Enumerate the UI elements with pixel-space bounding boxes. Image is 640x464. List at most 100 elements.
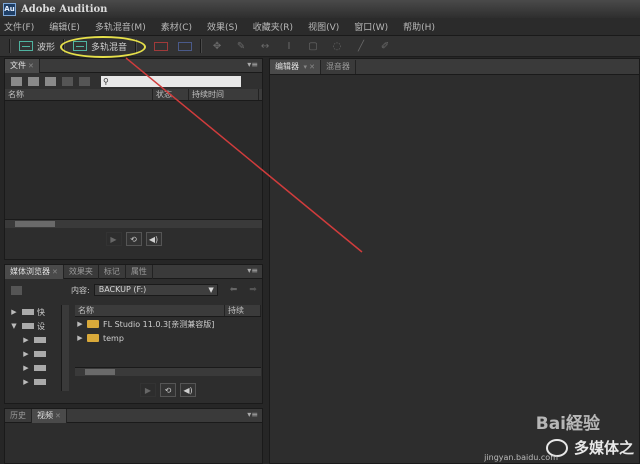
insert-icon[interactable] xyxy=(62,76,73,86)
brush-tool-icon[interactable]: ╱ xyxy=(354,40,368,52)
waveform-mode-button[interactable]: 波形 xyxy=(14,39,60,54)
drive-icon[interactable] xyxy=(11,285,22,295)
spectral-pitch-icon[interactable] xyxy=(178,41,193,51)
files-list[interactable] xyxy=(5,101,262,219)
media-file-list: 名称 持续 ▶ FL Studio 11.0.3[亲测兼容版] ▶ temp xyxy=(75,305,261,345)
toolbar-separator xyxy=(135,39,138,53)
waveform-label: 波形 xyxy=(37,42,56,53)
tree-vscrollbar[interactable] xyxy=(61,305,69,391)
window-title: Adobe Audition xyxy=(21,3,108,15)
tab-properties[interactable]: 属性 xyxy=(126,264,153,279)
toolbar-grip xyxy=(9,39,11,53)
move-tool-icon[interactable]: ✥ xyxy=(210,40,224,52)
folder-icon xyxy=(87,334,99,342)
history-tabbar: 历史 视频 ✕ ▾≡ xyxy=(5,408,262,423)
drive-icon xyxy=(34,365,46,371)
slip-tool-icon[interactable]: ↔ xyxy=(258,40,272,52)
play-icon[interactable]: ▶ xyxy=(105,232,122,246)
drive-icon xyxy=(22,309,34,315)
media-browser-panel: 媒体浏览器 ✕ 效果夹 标记 属性 ▾≡ 内容: BACKUP (F:) ▼ ⬅ ➡… xyxy=(4,264,263,404)
media-location-row: 内容: BACKUP (F:) ▼ ⬅ ➡ xyxy=(5,283,262,297)
drive-icon xyxy=(34,337,46,343)
drive-icon xyxy=(34,379,46,385)
menu-window[interactable]: 窗口(W) xyxy=(354,20,388,33)
multitrack-mode-button[interactable]: 多轨混音 xyxy=(68,39,132,54)
column-duration[interactable]: 持续 xyxy=(225,305,261,316)
title-bar: Au Adobe Audition xyxy=(0,0,640,18)
toolbar-separator xyxy=(63,39,66,53)
editor-tabbar: 编辑器 ▾ ✕ 混音器 xyxy=(270,59,639,75)
tab-markers[interactable]: 标记 xyxy=(99,264,126,279)
menu-effects[interactable]: 效果(S) xyxy=(207,20,238,33)
menu-edit[interactable]: 编辑(E) xyxy=(49,20,80,33)
folder-row[interactable]: ▶ FL Studio 11.0.3[亲测兼容版] xyxy=(75,317,261,331)
import-file-icon[interactable] xyxy=(28,76,39,86)
wechat-watermark: 多媒体之 xyxy=(545,437,634,458)
panel-menu-icon[interactable]: ▾≡ xyxy=(247,266,258,275)
loop-icon[interactable]: ⟲ xyxy=(160,383,176,397)
panel-menu-icon[interactable]: ▾≡ xyxy=(247,60,258,69)
autoplay-speaker-icon[interactable]: ◀) xyxy=(180,383,196,397)
column-name[interactable]: 名称 xyxy=(75,305,225,316)
multitrack-label: 多轨混音 xyxy=(91,42,128,53)
menu-favorites[interactable]: 收藏夹(R) xyxy=(253,20,293,33)
watermark-text: 多媒体之 xyxy=(573,439,634,457)
menu-clip[interactable]: 素材(C) xyxy=(161,20,192,33)
history-panel: 历史 视频 ✕ ▾≡ xyxy=(4,408,263,464)
time-selection-tool-icon[interactable]: I xyxy=(282,40,296,52)
files-toolbar: ⚲ xyxy=(5,73,262,89)
tab-history[interactable]: 历史 xyxy=(5,408,32,423)
column-name[interactable]: 名称 xyxy=(5,89,153,100)
autoplay-speaker-icon[interactable]: ◀) xyxy=(145,232,162,246)
location-dropdown[interactable]: BACKUP (F:) ▼ xyxy=(93,284,218,296)
tab-effects-rack[interactable]: 效果夹 xyxy=(64,264,99,279)
files-tabbar: 文件 ✕ ▾≡ xyxy=(5,58,262,73)
tab-files[interactable]: 文件 ✕ xyxy=(5,58,40,73)
tab-editor[interactable]: 编辑器 ▾ ✕ xyxy=(270,59,321,74)
audition-logo-icon: Au xyxy=(3,2,16,16)
tab-media-browser[interactable]: 媒体浏览器 ✕ xyxy=(5,264,64,279)
files-search-input[interactable]: ⚲ xyxy=(101,75,241,87)
column-duration[interactable]: 持续时间 xyxy=(189,89,259,100)
toolbar-separator xyxy=(200,39,203,53)
drive-icon xyxy=(22,323,34,329)
watermark-url: jingyan.baidu.com xyxy=(484,453,558,462)
loop-icon[interactable]: ⟲ xyxy=(125,232,142,246)
menu-bar: 文件(F) 编辑(E) 多轨混音(M) 素材(C) 效果(S) 收藏夹(R) 视… xyxy=(0,18,640,36)
multitrack-icon xyxy=(73,41,88,51)
files-hscrollbar[interactable] xyxy=(5,219,262,228)
files-column-header: 名称 状态 持续时间 xyxy=(5,89,262,101)
menu-help[interactable]: 帮助(H) xyxy=(403,20,435,33)
toolbar: 波形 多轨混音 ✥ ✎ ↔ I ▢ ◌ ╱ ✐ xyxy=(0,36,640,57)
play-icon[interactable]: ▶ xyxy=(140,383,156,397)
lasso-tool-icon[interactable]: ◌ xyxy=(330,40,344,52)
editor-panel: 编辑器 ▾ ✕ 混音器 xyxy=(269,58,640,464)
folder-icon xyxy=(87,320,99,328)
open-folder-icon[interactable] xyxy=(11,76,22,86)
tab-mixer[interactable]: 混音器 xyxy=(321,59,356,74)
tab-video[interactable]: 视频 ✕ xyxy=(32,408,67,423)
files-transport: ▶ ⟲ ◀) xyxy=(5,228,262,250)
back-arrow-icon[interactable]: ⬅ xyxy=(230,285,238,295)
content-label: 内容: xyxy=(71,285,90,295)
files-panel: 文件 ✕ ▾≡ ⚲ 名称 状态 持续时间 ▶ ⟲ ◀) xyxy=(4,58,263,260)
spectral-frequency-icon[interactable] xyxy=(154,41,169,51)
drive-icon xyxy=(34,351,46,357)
media-hscrollbar[interactable] xyxy=(75,367,261,376)
menu-view[interactable]: 视图(V) xyxy=(308,20,339,33)
panel-menu-icon[interactable]: ▾≡ xyxy=(247,410,258,419)
media-tabbar: 媒体浏览器 ✕ 效果夹 标记 属性 ▾≡ xyxy=(5,264,262,279)
column-status[interactable]: 状态 xyxy=(153,89,189,100)
razor-tool-icon[interactable]: ✎ xyxy=(234,40,248,52)
spot-healing-icon[interactable]: ✐ xyxy=(378,40,392,52)
trash-icon[interactable] xyxy=(79,76,90,86)
marquee-tool-icon[interactable]: ▢ xyxy=(306,40,320,52)
media-column-header: 名称 持续 xyxy=(75,305,261,317)
folder-row[interactable]: ▶ temp xyxy=(75,331,261,345)
menu-multitrack[interactable]: 多轨混音(M) xyxy=(95,20,146,33)
waveform-icon xyxy=(19,41,33,51)
forward-arrow-icon[interactable]: ➡ xyxy=(249,285,257,295)
menu-file[interactable]: 文件(F) xyxy=(4,20,34,33)
new-file-icon[interactable] xyxy=(45,76,56,86)
media-transport: ▶ ⟲ ◀) xyxy=(75,379,261,401)
